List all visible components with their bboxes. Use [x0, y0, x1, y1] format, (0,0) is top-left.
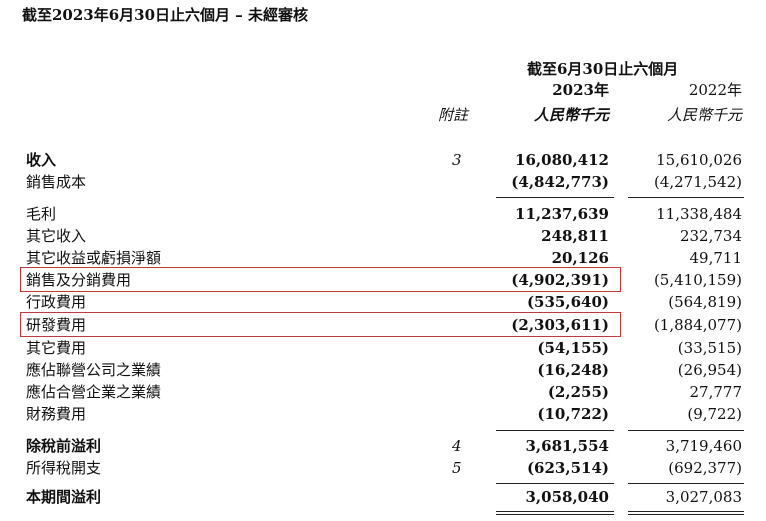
table-row: 毛利 11,237,639 11,338,484: [0, 204, 766, 226]
row-prior-value: (692,377): [668, 459, 742, 477]
row-current-value: (16,248): [537, 361, 609, 379]
row-current-value: 248,811: [541, 227, 609, 245]
row-current-value: (2,255): [547, 383, 609, 401]
row-label: 銷售成本: [26, 173, 87, 191]
row-label: 收入: [26, 151, 57, 169]
row-prior-value: 3,719,460: [665, 437, 742, 455]
row-current-value: 11,237,639: [515, 205, 609, 223]
row-prior-value: 49,711: [689, 249, 743, 267]
total-double-rule: [496, 514, 614, 515]
row-current-value: (4,842,773): [511, 173, 609, 191]
row-current-value: (54,155): [537, 339, 609, 357]
table-row: 其它收入 248,811 232,734: [0, 226, 766, 248]
row-current-value: 3,058,040: [525, 488, 609, 506]
row-prior-value: 3,027,083: [665, 488, 742, 506]
row-label: 應佔聯營公司之業績: [26, 361, 162, 379]
period-header: 截至6月30日止六個月: [527, 60, 679, 78]
table-row: 除稅前溢利 4 3,681,554 3,719,460: [0, 436, 766, 458]
row-note: 4: [452, 437, 462, 455]
highlight-box-rnd-expenses: [20, 312, 621, 337]
row-current-value: 16,080,412: [515, 151, 609, 169]
table-row: 應佔合營企業之業績 (2,255) 27,777: [0, 382, 766, 404]
row-prior-value: (564,819): [668, 293, 742, 311]
row-prior-value: (26,954): [677, 361, 742, 379]
total-double-rule: [628, 514, 744, 515]
table-row: 收入 3 16,080,412 15,610,026: [0, 150, 766, 172]
row-note: 3: [452, 151, 462, 169]
row-label: 本期間溢利: [26, 488, 102, 506]
row-prior-value: 11,338,484: [656, 205, 742, 223]
table-row: 財務費用 (10,722) (9,722): [0, 404, 766, 426]
subtotal-rule: [496, 197, 614, 198]
row-prior-value: 27,777: [689, 383, 743, 401]
table-row: 其它費用 (54,155) (33,515): [0, 338, 766, 360]
highlight-box-selling-expenses: [20, 267, 621, 292]
year-current-header: 2023年: [552, 81, 609, 99]
total-double-rule: [496, 511, 614, 512]
table-row: 行政費用 (535,640) (564,819): [0, 292, 766, 314]
row-label: 其它費用: [26, 339, 87, 357]
row-prior-value: (5,410,159): [653, 271, 742, 289]
row-prior-value: (4,271,542): [653, 173, 742, 191]
row-label: 所得稅開支: [26, 459, 102, 477]
unit-current-header: 人民幣千元: [533, 106, 609, 124]
row-current-value: (10,722): [537, 405, 609, 423]
row-prior-value: 15,610,026: [656, 151, 742, 169]
row-note: 5: [452, 459, 462, 477]
table-row: 本期間溢利 3,058,040 3,027,083: [0, 487, 766, 509]
total-double-rule: [628, 511, 744, 512]
subtotal-rule: [628, 483, 744, 484]
row-prior-value: (1,884,077): [653, 316, 742, 334]
note-column-header: 附註: [438, 106, 469, 124]
table-row: 應佔聯營公司之業績 (16,248) (26,954): [0, 360, 766, 382]
subtotal-rule: [496, 430, 614, 431]
year-prior-header: 2022年: [688, 81, 742, 99]
subtotal-rule: [628, 197, 744, 198]
row-current-value: (535,640): [526, 293, 609, 311]
row-prior-value: 232,734: [679, 227, 742, 245]
table-row: 所得稅開支 5 (623,514) (692,377): [0, 458, 766, 480]
unit-prior-header: 人民幣千元: [666, 106, 742, 124]
row-label: 毛利: [26, 205, 57, 223]
subtotal-rule: [496, 483, 614, 484]
statement-title: 截至2023年6月30日止六個月 – 未經審核: [22, 6, 309, 24]
row-prior-value: (33,515): [677, 339, 742, 357]
row-current-value: (623,514): [526, 459, 609, 477]
row-prior-value: (9,722): [687, 405, 742, 423]
subtotal-rule: [628, 430, 744, 431]
row-label: 財務費用: [26, 405, 87, 423]
row-label: 其它收益或虧損淨額: [26, 249, 162, 267]
row-current-value: 3,681,554: [525, 437, 609, 455]
table-row: 銷售成本 (4,842,773) (4,271,542): [0, 172, 766, 194]
row-label: 除稅前溢利: [26, 437, 102, 455]
row-label: 應佔合營企業之業績: [26, 383, 162, 401]
row-label: 其它收入: [26, 227, 87, 245]
row-current-value: 20,126: [551, 249, 609, 267]
row-label: 行政費用: [26, 293, 87, 311]
